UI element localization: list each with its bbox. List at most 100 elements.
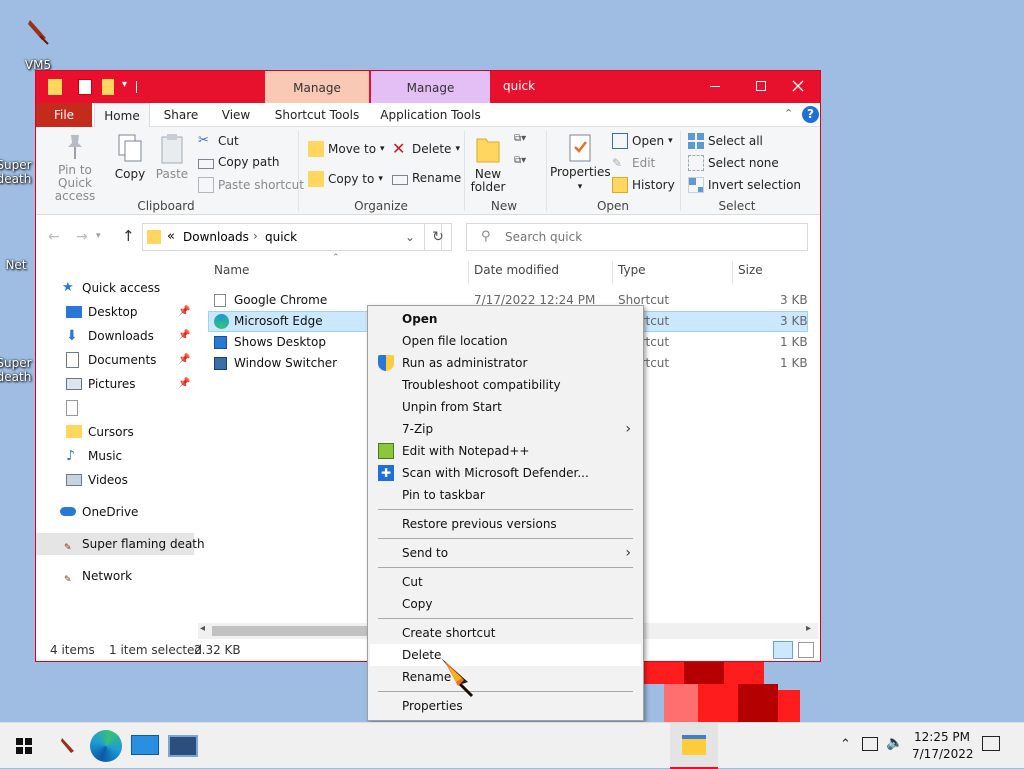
minimize-button[interactable] xyxy=(692,71,738,103)
notifications-icon[interactable] xyxy=(982,736,1000,751)
tab-shortcut-tools[interactable]: Shortcut Tools xyxy=(265,103,369,127)
history-button[interactable]: History xyxy=(612,177,675,193)
tab-view[interactable]: View xyxy=(210,103,262,127)
desktop-icon-label[interactable]: Net xyxy=(0,258,36,272)
nav-item-blank[interactable] xyxy=(36,397,194,419)
show-hidden-icons-button[interactable]: ⌃ xyxy=(840,737,851,752)
column-header-size[interactable]: Size xyxy=(738,263,763,277)
move-to-button[interactable]: Move to ▾ xyxy=(308,141,385,157)
nav-item-pictures[interactable]: Pictures 📌 xyxy=(36,373,194,395)
nav-item-downloads[interactable]: ⬇ Downloads 📌 xyxy=(36,325,194,347)
context-tab-manage-shortcut[interactable]: Manage xyxy=(265,71,369,103)
column-header-type[interactable]: Type xyxy=(618,263,646,277)
paste-button[interactable]: Paste xyxy=(152,133,192,181)
context-tab-manage-application[interactable]: Manage xyxy=(371,71,490,103)
breadcrumb-downloads[interactable]: Downloads xyxy=(183,230,249,244)
breadcrumb-separator-icon[interactable]: › xyxy=(253,229,258,243)
menu-item-properties[interactable]: Properties xyxy=(370,695,641,717)
menu-item-edit-with-notepadpp[interactable]: Edit with Notepad++ xyxy=(370,440,641,462)
nav-user-folder[interactable]: ✎ Super flaming death xyxy=(36,533,205,555)
close-button[interactable] xyxy=(776,71,820,103)
back-button[interactable]: ← xyxy=(48,229,60,245)
scroll-left-icon[interactable]: ◂ xyxy=(200,623,205,634)
chevron-down-icon[interactable]: ▾ xyxy=(122,79,127,90)
details-view-button[interactable] xyxy=(773,641,793,659)
forward-button[interactable]: → xyxy=(76,229,88,245)
menu-item-7zip[interactable]: 7-Zip › xyxy=(370,418,641,440)
nav-onedrive[interactable]: OneDrive xyxy=(36,501,194,523)
delete-button[interactable]: ✕ Delete ▾ xyxy=(392,141,460,157)
menu-item-copy[interactable]: Copy xyxy=(370,593,641,615)
nav-item-music[interactable]: ♪ Music xyxy=(36,445,194,467)
menu-item-unpin-from-start[interactable]: Unpin from Start xyxy=(370,396,641,418)
scroll-right-icon[interactable]: ▸ xyxy=(806,623,811,634)
menu-item-pin-to-taskbar[interactable]: Pin to taskbar xyxy=(370,484,641,506)
menu-item-scan-with-defender[interactable]: ✚ Scan with Microsoft Defender... xyxy=(370,462,641,484)
search-box[interactable]: ⚲ xyxy=(466,223,808,251)
feather-shortcut-icon[interactable] xyxy=(26,18,50,46)
select-none-button[interactable]: Select none xyxy=(688,155,779,171)
nav-item-documents[interactable]: Documents 📌 xyxy=(36,349,194,371)
volume-icon[interactable]: 🔈 xyxy=(886,735,903,751)
properties-button[interactable]: Properties ▾ xyxy=(550,133,611,194)
menu-item-open[interactable]: Open xyxy=(370,308,641,330)
menu-item-troubleshoot-compatibility[interactable]: Troubleshoot compatibility xyxy=(370,374,641,396)
up-button[interactable]: ↑ xyxy=(122,227,135,245)
column-header-name[interactable]: Name xyxy=(214,263,249,277)
address-bar[interactable]: « Downloads › quick ⌄ xyxy=(142,223,442,251)
desktop-icon-label[interactable]: Super death xyxy=(0,356,34,384)
menu-item-open-file-location[interactable]: Open file location xyxy=(370,330,641,352)
chevron-down-icon[interactable]: ⌄ xyxy=(405,230,415,244)
rename-button[interactable]: Rename xyxy=(392,171,461,185)
menu-item-create-shortcut[interactable]: Create shortcut xyxy=(370,622,641,644)
clock-time[interactable]: 12:25 PM xyxy=(914,730,970,744)
new-item-icon[interactable]: ⧉▾ xyxy=(514,133,536,149)
new-folder-button[interactable]: New folder xyxy=(468,133,508,194)
large-icons-view-button[interactable] xyxy=(798,642,814,658)
column-header-date-modified[interactable]: Date modified xyxy=(474,263,559,277)
cut-button[interactable]: ✂ Cut xyxy=(198,133,239,149)
tab-share[interactable]: Share xyxy=(154,103,208,127)
taskbar-show-desktop-app[interactable] xyxy=(126,723,166,769)
open-button[interactable]: Open ▾ xyxy=(612,133,673,149)
title-bar[interactable]: ▾ Manage Manage quick xyxy=(36,71,820,103)
edit-button[interactable]: ✎ Edit xyxy=(612,155,655,171)
nav-network[interactable]: ✎ Network xyxy=(36,565,194,587)
menu-item-send-to[interactable]: Send to › xyxy=(370,542,641,564)
nav-item-videos[interactable]: Videos xyxy=(36,469,194,491)
menu-item-restore-previous-versions[interactable]: Restore previous versions xyxy=(370,513,641,535)
copy-path-button[interactable]: Copy path xyxy=(198,155,280,169)
taskbar-feather-app[interactable] xyxy=(48,723,88,769)
menu-item-rename[interactable]: Rename xyxy=(370,666,641,688)
tab-application-tools[interactable]: Application Tools xyxy=(371,103,490,127)
refresh-button[interactable]: ↻ xyxy=(424,223,452,251)
invert-selection-button[interactable]: Invert selection xyxy=(688,177,801,193)
copy-to-button[interactable]: Copy to ▾ xyxy=(308,171,383,187)
help-icon[interactable]: ? xyxy=(802,106,819,123)
nav-quick-access[interactable]: ★ Quick access xyxy=(36,277,194,299)
nav-item-desktop[interactable]: Desktop 📌 xyxy=(36,301,194,323)
nav-item-cursors[interactable]: Cursors xyxy=(36,421,194,443)
menu-item-cut[interactable]: Cut xyxy=(370,571,641,593)
search-input[interactable] xyxy=(505,228,795,246)
menu-item-run-as-administrator[interactable]: Run as administrator xyxy=(370,352,641,374)
recent-locations-button[interactable]: ▾ xyxy=(96,231,101,241)
paste-shortcut-button[interactable]: Paste shortcut xyxy=(198,177,304,193)
network-icon[interactable] xyxy=(862,737,878,751)
tab-file[interactable]: File xyxy=(36,103,92,127)
desktop-icon-label[interactable]: Super death xyxy=(0,158,34,186)
collapse-ribbon-button[interactable]: ⌃ xyxy=(784,107,793,120)
pin-to-quick-access-button[interactable]: Pin to Quick access xyxy=(40,133,110,203)
taskbar-edge-app[interactable] xyxy=(86,723,126,769)
copy-button[interactable]: Copy xyxy=(112,133,148,181)
tab-home[interactable]: Home xyxy=(94,103,150,128)
easy-access-icon[interactable]: ⧉▾ xyxy=(514,155,536,171)
taskbar-file-explorer-app[interactable] xyxy=(670,723,718,769)
select-all-button[interactable]: Select all xyxy=(688,133,763,149)
clock-date[interactable]: 7/17/2022 xyxy=(912,747,974,761)
menu-item-delete[interactable]: Delete xyxy=(370,644,641,666)
properties-icon[interactable] xyxy=(78,79,92,95)
start-button[interactable] xyxy=(4,723,44,769)
taskbar-window-switcher-app[interactable] xyxy=(164,723,204,769)
new-folder-icon[interactable] xyxy=(102,79,114,95)
